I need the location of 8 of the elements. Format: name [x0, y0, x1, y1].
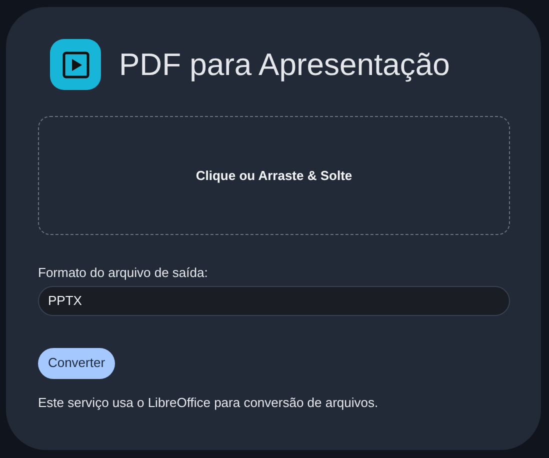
footer-note: Este serviço usa o LibreOffice para conversão de arquivos. — [38, 394, 380, 412]
convert-button[interactable]: Converter — [38, 348, 115, 378]
drop-zone[interactable]: Clique ou Arraste & Solte — [38, 116, 510, 235]
play-icon — [50, 39, 101, 90]
drop-zone-label: Clique ou Arraste & Solte — [196, 166, 352, 185]
format-field[interactable]: PPTX — [38, 286, 510, 316]
page-title: PDF para Apresentação — [119, 49, 450, 80]
format-label: Formato do arquivo de saída: — [38, 264, 209, 282]
